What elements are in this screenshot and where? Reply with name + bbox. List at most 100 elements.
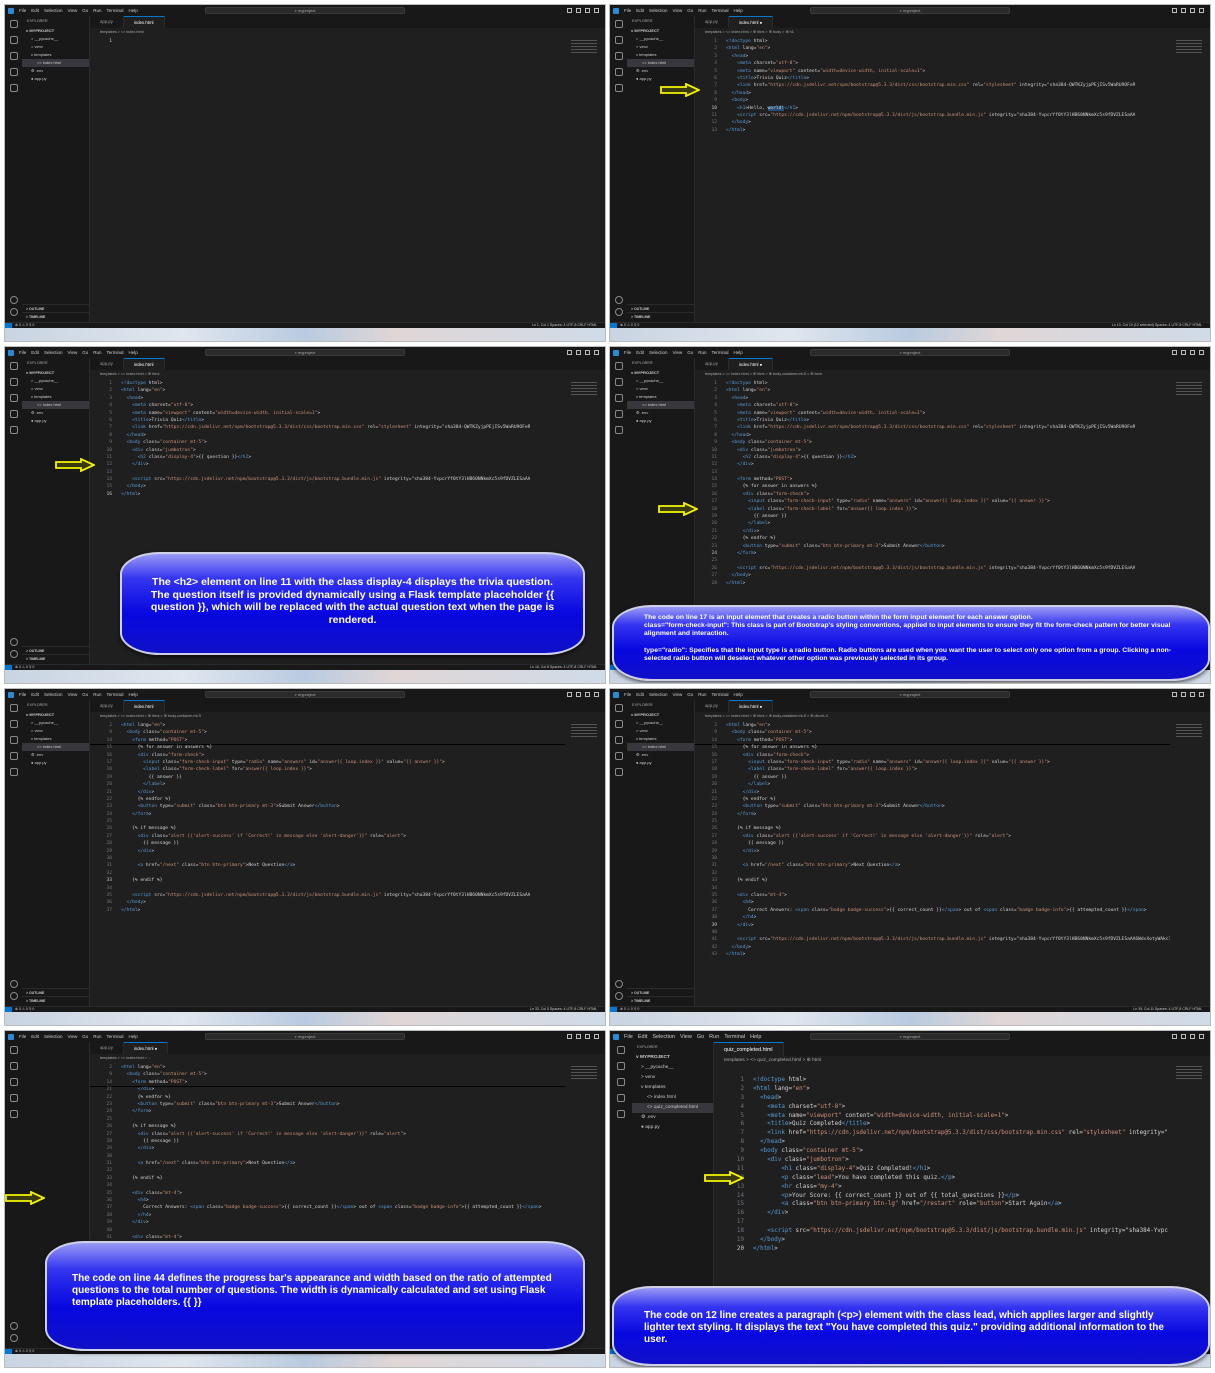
code-line[interactable]: 27 <div class="alert {{'alert-success' i… bbox=[695, 833, 1170, 840]
toggle-secondary-icon[interactable] bbox=[1190, 8, 1195, 13]
minimap[interactable] bbox=[1176, 40, 1202, 54]
code-line[interactable]: 2 <html lang="en"> bbox=[90, 722, 565, 730]
explorer-item[interactable]: <> index.html bbox=[22, 743, 89, 751]
code-line[interactable]: 28 </html> bbox=[695, 580, 1170, 587]
command-search[interactable]: ⌕ myproject bbox=[205, 349, 405, 356]
explorer-item[interactable]: > __pycache__ bbox=[627, 719, 694, 727]
extensions-icon[interactable] bbox=[9, 84, 18, 92]
minimap[interactable] bbox=[571, 1066, 597, 1080]
explorer-item[interactable]: <> index.html bbox=[632, 1093, 713, 1103]
code-line[interactable]: 23 <button type="submit" class="btn btn-… bbox=[695, 543, 1170, 550]
breadcrumb[interactable]: templates > <> quiz_completed.html > ⊕ h… bbox=[714, 1056, 1210, 1066]
customize-layout-icon[interactable] bbox=[594, 692, 599, 697]
menu-selection[interactable]: Selection bbox=[44, 692, 63, 697]
code-line[interactable]: 3 <head> bbox=[695, 53, 1170, 60]
code-line[interactable]: 17 bbox=[714, 1218, 1170, 1227]
code-line[interactable]: 12 </div> bbox=[695, 461, 1170, 468]
code-line[interactable]: 33 {% endif %} bbox=[90, 1175, 565, 1182]
code-line[interactable]: 18 <script src="https://cdn.jsdelivr.net… bbox=[714, 1227, 1170, 1236]
code-line[interactable]: 13 bbox=[90, 469, 565, 476]
code-line[interactable]: 27 </body> bbox=[695, 572, 1170, 579]
code-line[interactable]: 19 {{ answer }} bbox=[695, 774, 1170, 781]
code-line[interactable]: 9 <body class="container mt-5"> bbox=[695, 729, 1170, 737]
code-line[interactable]: 19 {{ answer }} bbox=[90, 774, 565, 781]
menu-terminal[interactable]: Terminal bbox=[107, 692, 124, 697]
code-line[interactable]: 18 <label class="form-check-label" for="… bbox=[90, 766, 565, 773]
toggle-secondary-icon[interactable] bbox=[585, 350, 590, 355]
layout-controls[interactable] bbox=[1172, 8, 1204, 13]
explorer-item[interactable]: > __pycache__ bbox=[22, 719, 89, 727]
explorer-item[interactable]: > venv bbox=[627, 385, 694, 393]
code-line[interactable]: 10 <div class="jumbotron"> bbox=[714, 1156, 1170, 1165]
code-line[interactable]: 14 <p>Your Score: {{ correct_count }} ou… bbox=[714, 1192, 1170, 1201]
code-line[interactable]: 3 <head> bbox=[695, 395, 1170, 402]
menu-run[interactable]: Run bbox=[93, 8, 101, 13]
toggle-sidebar-icon[interactable] bbox=[1172, 350, 1177, 355]
code-line[interactable]: 9 <body> bbox=[695, 97, 1170, 104]
gear-icon[interactable] bbox=[9, 308, 18, 316]
code-line[interactable]: 26 <script src="https://cdn.jsdelivr.net… bbox=[695, 565, 1170, 572]
code-line[interactable]: 5 <meta name="viewport" content="width=d… bbox=[90, 410, 565, 417]
code-line[interactable]: 2 <html lang="en"> bbox=[90, 1064, 565, 1072]
project-folder[interactable]: v MYPROJECT bbox=[22, 711, 89, 719]
menu-help[interactable]: Help bbox=[734, 8, 743, 13]
menu-file[interactable]: File bbox=[19, 350, 26, 355]
code-line[interactable]: 14 <script src="https://cdn.jsdelivr.net… bbox=[90, 476, 565, 483]
project-folder[interactable]: v MYPROJECT bbox=[22, 369, 89, 377]
code-line[interactable]: 29 </div> bbox=[695, 848, 1170, 855]
customize-layout-icon[interactable] bbox=[594, 350, 599, 355]
code-line[interactable]: 33 {% endif %} bbox=[90, 877, 565, 884]
code-line[interactable]: 1 <!doctype html> bbox=[695, 380, 1170, 387]
code-line[interactable]: 26 {% if message %} bbox=[90, 825, 565, 832]
timeline-section[interactable]: > TIMELINE bbox=[22, 312, 89, 320]
code-line[interactable]: 8 </head> bbox=[695, 432, 1170, 439]
search-icon[interactable] bbox=[617, 1062, 625, 1070]
code-line[interactable]: 16 <div class="form-check"> bbox=[695, 752, 1170, 759]
menu-run[interactable]: Run bbox=[698, 8, 706, 13]
explorer-item[interactable]: ● app.py bbox=[22, 417, 89, 425]
code-line[interactable]: 39 </div> bbox=[695, 922, 1170, 929]
customize-layout-icon[interactable] bbox=[1199, 1034, 1204, 1039]
code-line[interactable]: 22 {% endfor %} bbox=[695, 796, 1170, 803]
extensions-icon[interactable] bbox=[617, 1110, 625, 1118]
explorer-item[interactable]: v templates bbox=[22, 51, 89, 59]
code-line[interactable]: 11 <script src="https://cdn.jsdelivr.net… bbox=[695, 112, 1170, 119]
menu-go[interactable]: Go bbox=[687, 692, 693, 697]
code-line[interactable]: 14 <form method="POST"> bbox=[90, 1078, 565, 1087]
explorer-item[interactable]: v templates bbox=[627, 51, 694, 59]
gear-icon[interactable] bbox=[9, 1334, 18, 1342]
code-line[interactable]: 22 {% endfor %} bbox=[695, 535, 1170, 542]
code-line[interactable]: 28 {{ message }} bbox=[90, 840, 565, 847]
minimap[interactable] bbox=[1176, 724, 1202, 738]
code-line[interactable]: 23 <button type="submit" class="btn btn-… bbox=[90, 803, 565, 810]
code-line[interactable]: 7 <link href="https://cdn.jsdelivr.net/n… bbox=[695, 82, 1170, 89]
toggle-panel-icon[interactable] bbox=[576, 1034, 581, 1039]
menu-run[interactable]: Run bbox=[93, 692, 101, 697]
menu-edit[interactable]: Edit bbox=[638, 1034, 647, 1040]
code-line[interactable]: 16 </html> bbox=[90, 491, 565, 498]
menu-view[interactable]: View bbox=[673, 692, 683, 697]
menu-terminal[interactable]: Terminal bbox=[712, 8, 729, 13]
code-line[interactable]: 21 </div> bbox=[695, 789, 1170, 796]
code-line[interactable]: 18 <label class="form-check-label" for="… bbox=[695, 766, 1170, 773]
menu-go[interactable]: Go bbox=[697, 1034, 704, 1040]
code-line[interactable]: 22 {% endfor %} bbox=[90, 1094, 565, 1101]
menu-terminal[interactable]: Terminal bbox=[107, 1034, 124, 1039]
code-line[interactable]: 22 {% endfor %} bbox=[90, 796, 565, 803]
code-line[interactable]: 31 <a href="/next" class="btn btn-primar… bbox=[90, 1160, 565, 1167]
timeline-section[interactable]: > TIMELINE bbox=[22, 996, 89, 1004]
code-line[interactable]: 13 bbox=[695, 469, 1170, 476]
code-line[interactable]: 15 <a class="btn btn-primary btn-lg" hre… bbox=[714, 1200, 1170, 1209]
code-line[interactable]: 13 <hr class="my-4"> bbox=[714, 1183, 1170, 1192]
explorer-item[interactable]: > venv bbox=[627, 43, 694, 51]
code-line[interactable]: 20 </label> bbox=[695, 520, 1170, 527]
extensions-icon[interactable] bbox=[614, 426, 623, 434]
tab-index-html[interactable]: index.html bbox=[123, 700, 165, 712]
minimap[interactable] bbox=[1176, 1066, 1202, 1080]
tab-index-html[interactable]: index.html ● bbox=[728, 700, 774, 712]
explorer-item[interactable]: v templates bbox=[627, 735, 694, 743]
code-line[interactable]: 1 <!doctype html> bbox=[90, 380, 565, 387]
explorer-icon[interactable] bbox=[614, 20, 623, 28]
code-editor[interactable]: 1 <!doctype html> 2 <html lang="en"> 3 <head… bbox=[90, 380, 565, 498]
code-line[interactable]: 24 </form> bbox=[695, 811, 1170, 818]
